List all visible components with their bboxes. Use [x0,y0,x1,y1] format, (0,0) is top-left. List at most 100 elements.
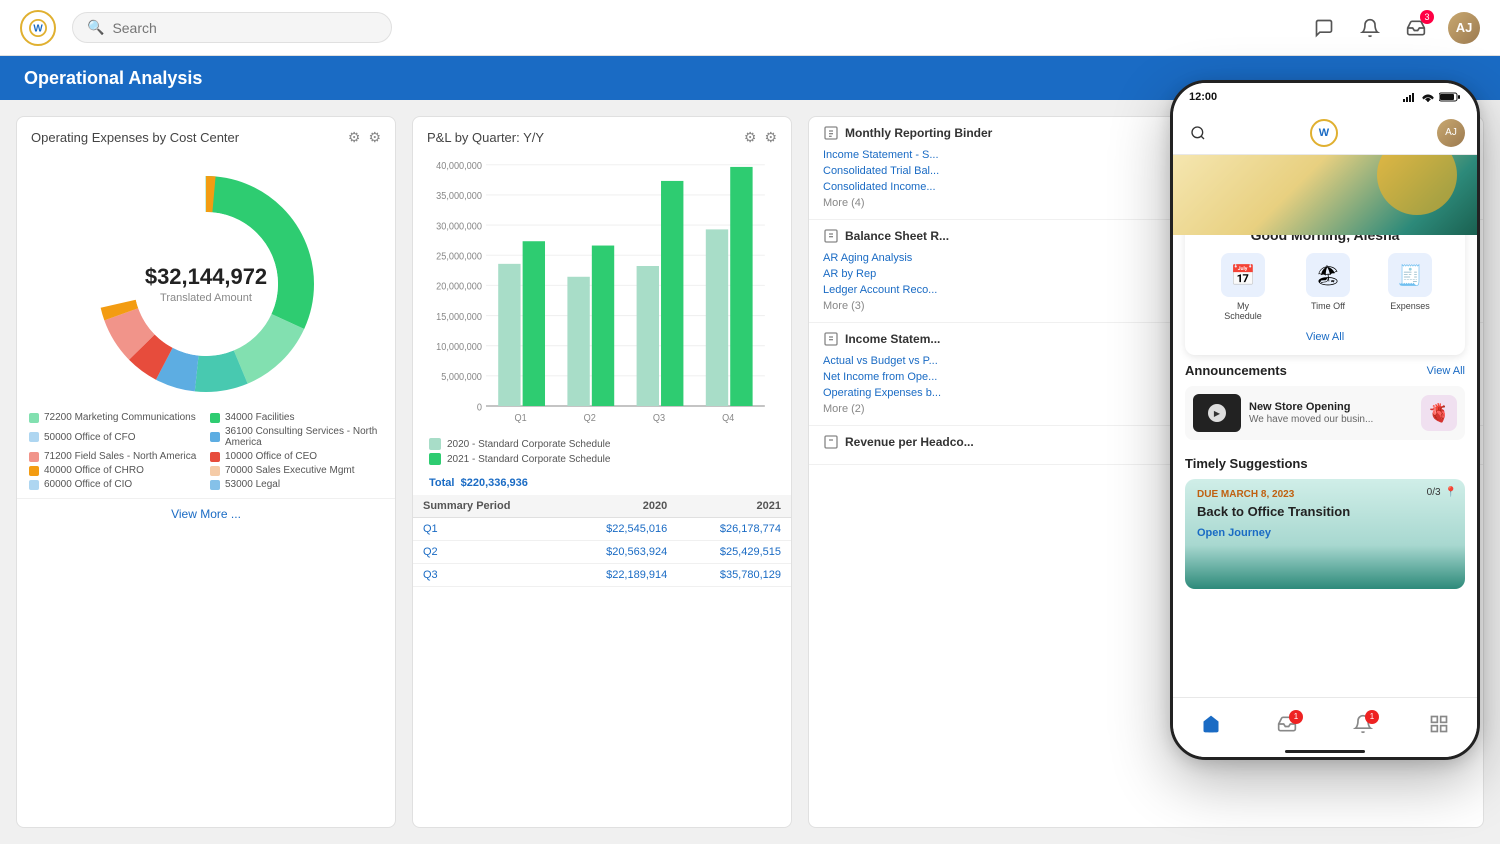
legend-dot [210,480,220,490]
donut-card-actions: ⚙ ⚙ [348,129,381,146]
legend-label-2021: 2021 - Standard Corporate Schedule [447,454,610,465]
announcements-header: Announcements View All [1185,363,1465,378]
legend-dot [29,413,39,423]
legend-label: 10000 Office of CEO [225,451,317,462]
svg-text:25,000,000: 25,000,000 [436,250,482,261]
bar-settings-icon[interactable]: ⚙ [764,129,777,146]
legend-label: 53000 Legal [225,479,280,490]
period-q3[interactable]: Q3 [413,564,564,587]
mobile-status-icons [1403,92,1461,102]
page-title: Operational Analysis [24,68,202,89]
inbox-nav-badge: 1 [1289,710,1303,724]
user-avatar[interactable]: AJ [1448,12,1480,44]
schedule-label: My Schedule [1218,301,1268,321]
quick-actions: 📅 My Schedule 🏖 Time Off 🧾 Expenses [1199,253,1451,321]
monthly-title: Monthly Reporting Binder [845,126,992,140]
legend-dot [29,432,39,442]
home-indicator [1285,750,1365,753]
col-period: Summary Period [413,495,564,518]
hero-circle [1377,155,1457,215]
legend-item: 72200 Marketing Communications [29,412,202,423]
heart-icon[interactable]: 🫀 [1421,395,1457,431]
announcement-title: New Store Opening [1249,401,1373,413]
donut-legend: 72200 Marketing Communications 34000 Fac… [17,404,395,494]
grid-nav-item[interactable] [1429,714,1449,734]
open-journey-link[interactable]: Open Journey [1197,527,1453,539]
val-2021-q2: $25,429,515 [677,541,791,564]
legend-item: 70000 Sales Executive Mgmt [210,465,383,476]
view-all-link[interactable]: View All [1199,331,1451,343]
svg-text:10,000,000: 10,000,000 [436,341,482,352]
legend-dot-2020 [429,438,441,450]
journey-title: Back to Office Transition [1197,504,1453,519]
donut-card-header: Operating Expenses by Cost Center ⚙ ⚙ [17,117,395,154]
bell-icon[interactable] [1356,14,1384,42]
home-nav-item[interactable] [1201,714,1221,734]
legend-label-2020: 2020 - Standard Corporate Schedule [447,439,610,450]
timeoff-icon: 🏖 [1306,253,1350,297]
val-2020-q3: $22,189,914 [564,564,678,587]
filter-icon[interactable]: ⚙ [348,129,361,146]
announcement-content: New Store Opening We have moved our busi… [1249,401,1373,425]
legend-dot [29,480,39,490]
svg-text:35,000,000: 35,000,000 [436,190,482,201]
play-icon: ▶ [1208,404,1226,422]
income-title: Income Statem... [845,332,940,346]
legend-item: 71200 Field Sales - North America [29,451,202,462]
expenses-icon: 🧾 [1388,253,1432,297]
legend-dot-2021 [429,453,441,465]
chart-legend: 2020 - Standard Corporate Schedule 2021 … [413,434,791,473]
bar-filter-icon[interactable]: ⚙ [744,129,757,146]
timely-section: Timely Suggestions 0/3 📍 DUE MARCH 8, 20… [1173,448,1477,597]
svg-text:Q4: Q4 [722,412,734,423]
inbox-nav-item[interactable]: 1 [1277,714,1297,734]
bell-nav-badge: 1 [1365,710,1379,724]
timely-title: Timely Suggestions [1185,456,1308,471]
legend-label: 60000 Office of CIO [44,479,132,490]
bell-nav-item[interactable]: 1 [1353,714,1373,734]
val-2020-q1: $22,545,016 [564,518,678,541]
period-q1[interactable]: Q1 [413,518,564,541]
inbox-badge: 3 [1420,10,1434,24]
view-more-button[interactable]: View More ... [17,498,395,529]
donut-amount: $32,144,972 [145,264,267,290]
schedule-action[interactable]: 📅 My Schedule [1218,253,1268,321]
mobile-search-icon[interactable] [1185,120,1211,146]
search-icon: 🔍 [87,19,104,36]
svg-text:30,000,000: 30,000,000 [436,220,482,231]
svg-text:40,000,000: 40,000,000 [436,160,482,171]
legend-dot [210,452,220,462]
top-nav: W 🔍 3 AJ [0,0,1500,56]
app-logo[interactable]: W [20,10,56,46]
col-2020: 2020 [564,495,678,518]
chat-icon[interactable] [1310,14,1338,42]
search-bar[interactable]: 🔍 [72,12,392,43]
search-input[interactable] [112,20,377,36]
legend-dot [210,466,220,476]
mobile-avatar[interactable]: AJ [1437,119,1465,147]
svg-text:0: 0 [477,401,482,412]
announcements-section: Announcements View All ▶ New Store Openi… [1173,355,1477,448]
chart-total: Total $220,336,936 [413,473,791,495]
mobile-hero [1173,155,1477,235]
legend-item: 50000 Office of CFO [29,426,202,448]
svg-text:5,000,000: 5,000,000 [441,371,482,382]
svg-text:W: W [33,23,43,34]
legend-dot [29,466,39,476]
donut-chart: $32,144,972 Translated Amount [86,164,326,404]
bar-card-title: P&L by Quarter: Y/Y [427,130,544,145]
chart-legend-item: 2021 - Standard Corporate Schedule [429,453,775,465]
settings-icon[interactable]: ⚙ [368,129,381,146]
table-row: Q1 $22,545,016 $26,178,774 [413,518,791,541]
period-q2[interactable]: Q2 [413,541,564,564]
timeoff-action[interactable]: 🏖 Time Off [1306,253,1350,321]
announcements-link[interactable]: View All [1427,365,1465,377]
legend-label: 36100 Consulting Services - North Americ… [225,426,383,448]
expenses-action[interactable]: 🧾 Expenses [1388,253,1432,321]
inbox-icon[interactable]: 3 [1402,14,1430,42]
mobile-logo[interactable]: W [1310,119,1338,147]
nav-right: 3 AJ [1310,12,1480,44]
announcement-thumbnail[interactable]: ▶ [1193,394,1241,432]
donut-card-title: Operating Expenses by Cost Center [31,130,239,145]
legend-item: 34000 Facilities [210,412,383,423]
